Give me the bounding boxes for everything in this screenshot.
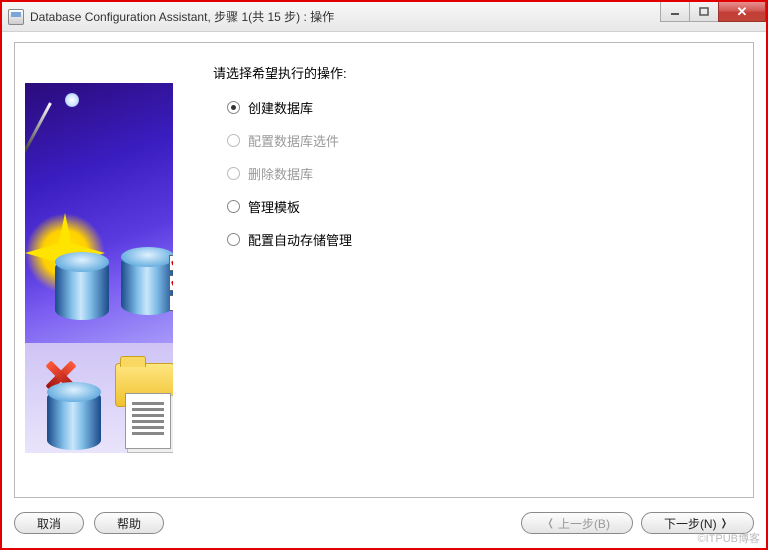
documents-icon [125, 393, 171, 449]
chevron-left-icon: ❬ [544, 518, 558, 529]
maximize-button[interactable] [689, 2, 719, 22]
close-button[interactable]: ✕ [718, 2, 766, 22]
footer: 取消 帮助 ❬ 上一步(B) 下一步(N) ❭ [14, 508, 754, 538]
watermark: ©ITPUB博客 [698, 530, 761, 546]
close-icon: ✕ [737, 4, 748, 20]
option-configure-options: 配置数据库选件 [227, 131, 729, 150]
main-panel: 请选择希望执行的操作: 创建数据库 配置数据库选件 删除数据库 管理模板 配置自… [173, 43, 753, 497]
option-label: 创建数据库 [248, 98, 313, 117]
help-label: 帮助 [117, 515, 141, 532]
option-configure-asm[interactable]: 配置自动存储管理 [227, 230, 729, 249]
radio-icon [227, 200, 240, 213]
window-controls: ✕ [661, 2, 766, 22]
back-label: 上一步(B) [558, 515, 610, 532]
minimize-button[interactable] [660, 2, 690, 22]
option-label: 配置数据库选件 [248, 131, 339, 150]
option-delete-database: 删除数据库 [227, 164, 729, 183]
prompt-text: 请选择希望执行的操作: [213, 63, 729, 82]
database-icon [121, 253, 173, 315]
cancel-label: 取消 [37, 515, 61, 532]
radio-icon [227, 167, 240, 180]
radio-icon [227, 101, 240, 114]
next-label: 下一步(N) [664, 515, 717, 532]
maximize-icon [699, 7, 709, 17]
radio-icon [227, 233, 240, 246]
app-icon [8, 9, 24, 25]
window-title: Database Configuration Assistant, 步骤 1(共… [30, 8, 334, 25]
help-button[interactable]: 帮助 [94, 512, 164, 534]
minimize-icon [670, 7, 680, 17]
option-label: 配置自动存储管理 [248, 230, 352, 249]
checklist-icon [169, 255, 173, 311]
content-panel: 请选择希望执行的操作: 创建数据库 配置数据库选件 删除数据库 管理模板 配置自… [14, 42, 754, 498]
title-bar: Database Configuration Assistant, 步骤 1(共… [2, 2, 766, 32]
wizard-illustration [25, 83, 173, 453]
radio-icon [227, 134, 240, 147]
database-icon [55, 258, 109, 320]
database-icon [47, 388, 101, 450]
option-label: 删除数据库 [248, 164, 313, 183]
option-label: 管理模板 [248, 197, 300, 216]
wand-icon [25, 102, 52, 167]
chevron-right-icon: ❭ [717, 518, 731, 529]
cancel-button[interactable]: 取消 [14, 512, 84, 534]
option-manage-templates[interactable]: 管理模板 [227, 197, 729, 216]
wand-tip-icon [65, 93, 79, 107]
option-create-database[interactable]: 创建数据库 [227, 98, 729, 117]
back-button: ❬ 上一步(B) [521, 512, 633, 534]
